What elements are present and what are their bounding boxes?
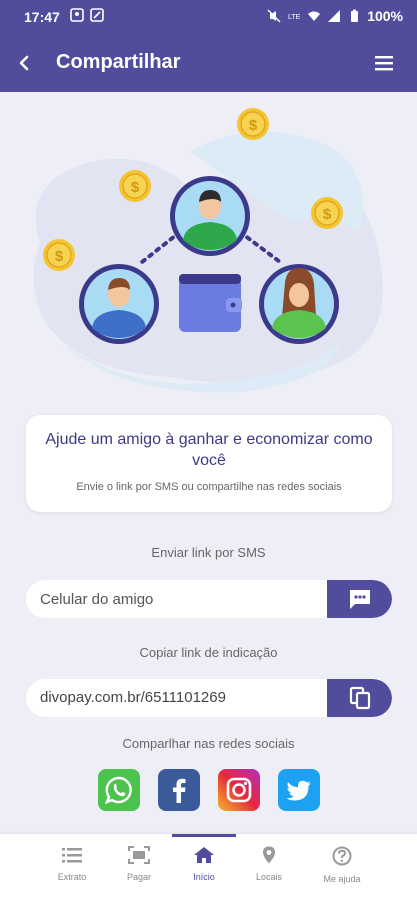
svg-text:$: $ <box>131 179 140 196</box>
instagram-icon <box>226 777 251 803</box>
twitter-button[interactable] <box>277 769 320 811</box>
nav-item-pagar[interactable]: Pagar <box>104 846 174 882</box>
nav-item-extrato[interactable]: Extrato <box>37 846 107 882</box>
twitter-icon <box>286 780 311 801</box>
scan-icon <box>128 846 150 864</box>
referral-illustration: $ $ $ $ <box>33 108 383 393</box>
back-arrow-icon[interactable] <box>10 48 40 78</box>
help-icon <box>332 846 352 866</box>
nav-label: Pagar <box>126 872 152 882</box>
sms-section-label: Enviar link por SMS <box>151 545 266 560</box>
status-notification-icons <box>70 8 104 22</box>
cellular-icon <box>328 10 341 22</box>
signal-lte-icon: LTE <box>288 14 301 21</box>
cast-icon <box>90 8 104 22</box>
avatar-right <box>259 264 339 344</box>
phone-field <box>26 580 392 618</box>
referral-section-label: Copiar link de indicação <box>139 645 278 660</box>
mute-icon <box>267 9 281 23</box>
status-system-icons: LTE 100% <box>267 8 403 24</box>
nav-label: Início <box>193 872 215 882</box>
nav-item-locais[interactable]: Locais <box>234 846 304 882</box>
send-sms-button[interactable] <box>327 580 392 618</box>
svg-text:LTE: LTE <box>288 14 301 21</box>
status-bar: 17:47 LTE 100% <box>0 0 417 34</box>
svg-text:$: $ <box>249 117 258 134</box>
nav-label: Extrato <box>57 872 87 882</box>
active-tab-indicator <box>172 834 236 837</box>
facebook-icon <box>172 778 185 803</box>
coin-icon: $ <box>237 108 269 140</box>
copy-link-button[interactable] <box>327 679 392 717</box>
hamburger-menu-icon[interactable] <box>373 52 395 74</box>
whatsapp-button[interactable] <box>97 769 140 811</box>
social-share-row <box>0 769 417 811</box>
coin-icon: $ <box>119 170 151 202</box>
nav-item-inicio[interactable]: Início <box>169 846 239 882</box>
avatar-left <box>79 264 159 344</box>
referral-link-field: divopay.com.br/6511101269 <box>26 679 392 717</box>
phone-input[interactable] <box>26 580 326 618</box>
wallet-icon <box>179 274 242 332</box>
list-icon <box>62 848 82 863</box>
instagram-button[interactable] <box>217 769 260 811</box>
page-title: Compartilhar <box>56 51 181 73</box>
social-section-label: Comparlhar nas redes sociais <box>122 736 295 751</box>
location-icon <box>263 846 275 864</box>
status-time: 17:47 <box>24 9 60 25</box>
home-icon <box>194 847 214 863</box>
svg-text:$: $ <box>55 248 64 265</box>
battery-percent: 100% <box>367 8 403 24</box>
battery-icon <box>351 9 359 22</box>
referral-link-text: divopay.com.br/6511101269 <box>40 689 226 706</box>
facebook-button[interactable] <box>157 769 200 811</box>
copy-icon <box>349 686 370 710</box>
message-icon <box>349 590 370 609</box>
coin-icon: $ <box>311 197 343 229</box>
nav-label: Me ajuda <box>323 874 361 884</box>
card-subtitle: Envie o link por SMS ou compartilhe nas … <box>76 481 342 493</box>
nav-label: Locais <box>255 872 282 882</box>
whatsapp-icon <box>104 776 132 805</box>
avatar-top <box>170 176 250 256</box>
app-bar: Compartilhar <box>0 34 417 92</box>
notification-icon <box>70 8 84 22</box>
card-title: Ajude um amigo à ganhar e economizar com… <box>45 431 373 469</box>
nav-item-me-ajuda[interactable]: Me ajuda <box>307 846 377 884</box>
coin-icon: $ <box>43 239 75 271</box>
svg-text:$: $ <box>323 206 332 223</box>
referral-info-card: Ajude um amigo à ganhar e economizar com… <box>26 415 392 512</box>
wifi-icon <box>308 11 321 21</box>
bottom-navigation: Extrato Pagar Início Locais Me ajuda <box>0 834 417 900</box>
